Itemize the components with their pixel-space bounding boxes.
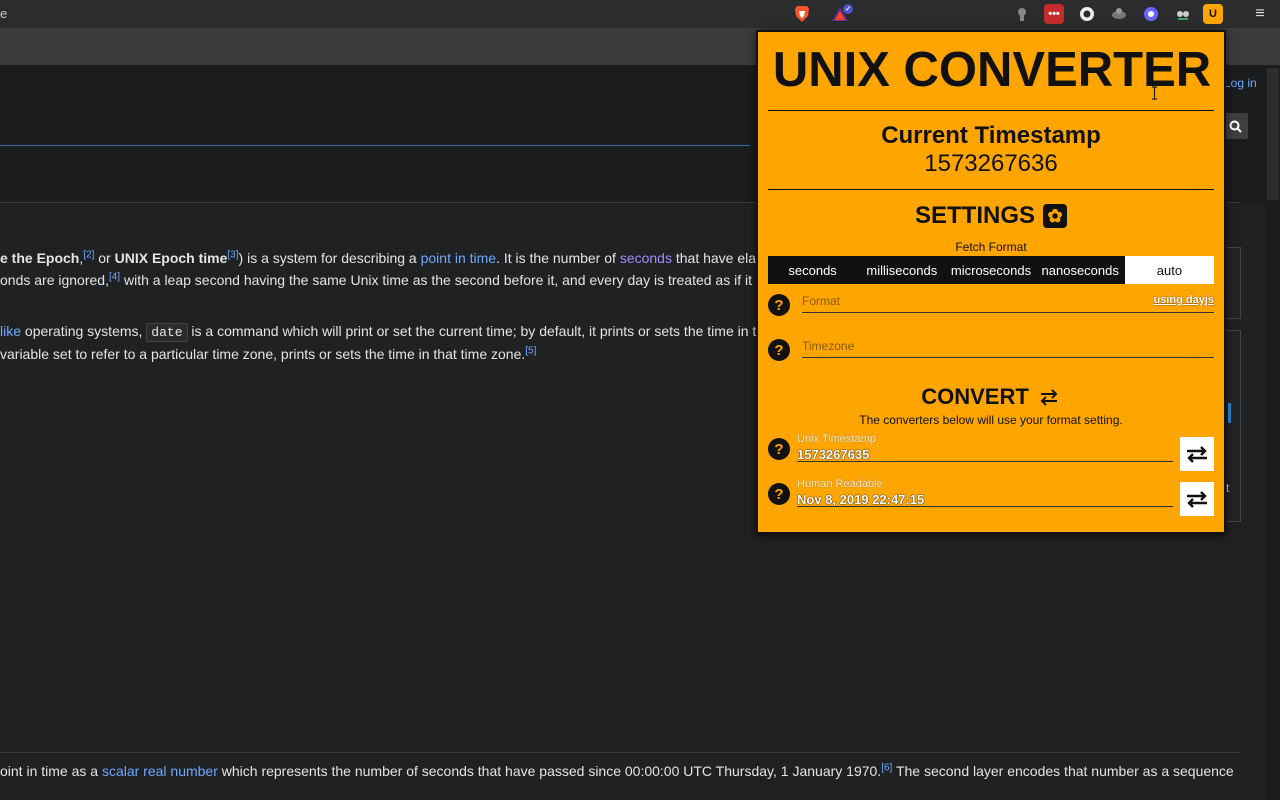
unix-converter-popup: UNIX CONVERTER Current Timestamp 1573267… (756, 30, 1226, 534)
dayjs-link[interactable]: using dayjs (1153, 294, 1214, 306)
text-cursor-icon (1152, 86, 1157, 100)
lastpass-icon[interactable]: ••• (1044, 4, 1064, 24)
format-placeholder: Format (802, 294, 841, 308)
text-run: operating systems, (21, 323, 147, 339)
fetch-format-label: Fetch Format (955, 240, 1027, 254)
text-run: that have elap (671, 250, 764, 266)
citation-ref[interactable]: [5] (525, 345, 536, 356)
brave-icon[interactable] (792, 4, 812, 24)
current-timestamp-title: Current Timestamp (881, 122, 1101, 149)
timezone-input[interactable]: Timezone (802, 339, 1214, 358)
popup-title: UNIX CONVERTER (772, 43, 1212, 97)
citation-ref[interactable]: [4] (109, 271, 120, 282)
human-readable-label: Human Readable (797, 478, 883, 490)
current-timestamp-value[interactable]: 1573267636 (768, 150, 1214, 178)
format-option-nanoseconds[interactable]: nanoseconds (1036, 256, 1125, 284)
scrollbar-thumb[interactable] (1267, 68, 1279, 200)
article-link[interactable]: like (0, 323, 21, 339)
text-run: The second layer encodes that number as … (892, 763, 1234, 779)
human-readable-input[interactable]: Human Readable Nov 8, 2019 22:47:15 (797, 478, 1173, 507)
text-run: with a leap second having the same Unix … (120, 272, 763, 288)
convert-unix-button[interactable] (1180, 437, 1214, 471)
section-divider (0, 752, 1240, 753)
convert-human-button[interactable] (1180, 482, 1214, 516)
login-link[interactable]: Log in (1224, 76, 1257, 90)
text-run: variable set to refer to a particular ti… (0, 346, 526, 362)
swap-arrows-icon (1187, 446, 1207, 463)
divider (768, 110, 1214, 111)
unix-timestamp-input[interactable]: Unix Timestamp 1573267635 (797, 433, 1173, 462)
bat-icon[interactable]: ✓ (827, 4, 853, 24)
article-link[interactable]: point in time (421, 250, 496, 266)
format-option-auto[interactable]: auto (1124, 256, 1215, 284)
article-link-visited[interactable]: seconds (620, 250, 672, 266)
paragraph-2-line-2: variable set to refer to a particular ti… (0, 343, 536, 365)
menu-icon[interactable]: ≡ (1250, 4, 1270, 24)
unix-help-icon[interactable]: ? (768, 438, 790, 460)
format-option-milliseconds[interactable]: milliseconds (857, 256, 946, 284)
swap-arrows-icon (1187, 491, 1207, 508)
paragraph-2-line-1: like operating systems, date is a comman… (0, 320, 756, 344)
timezone-help-icon[interactable]: ? (768, 339, 790, 361)
format-input[interactable]: Format using dayjs (802, 294, 1214, 313)
swap-arrows-icon (1040, 389, 1058, 406)
text-run: or (94, 250, 115, 266)
text-run: onds are ignored, (0, 272, 109, 288)
github-icon[interactable] (1077, 4, 1097, 24)
text-run: ) is a system for describing a (238, 250, 421, 266)
settings-title: SETTINGS (914, 202, 1035, 229)
ext-icon-4[interactable] (1173, 4, 1193, 24)
unix-timestamp-label: Unix Timestamp (797, 433, 876, 445)
unix-timestamp-value: 1573267635 (797, 447, 870, 462)
timezone-placeholder: Timezone (802, 339, 855, 353)
tab-title-fragment[interactable]: e (0, 6, 7, 21)
fetch-format-selector: seconds milliseconds microseconds nanose… (768, 256, 1215, 284)
convert-title: CONVERT (921, 384, 1029, 409)
text-run: . It is the number of (496, 250, 620, 266)
text-run: oint in time as a (0, 763, 102, 779)
citation-ref[interactable]: [3] (227, 249, 238, 260)
infobox-fragment: t (1226, 481, 1230, 495)
article-link[interactable]: scalar real number (102, 763, 218, 779)
inline-code: date (146, 323, 188, 342)
human-help-icon[interactable]: ? (768, 483, 790, 505)
paragraph-1-line-2: onds are ignored,[4] with a leap second … (0, 269, 763, 291)
gear-icon: ✿ (1043, 204, 1067, 228)
text-run: which represents the number of seconds t… (217, 763, 882, 779)
ext-icon-3[interactable] (1141, 4, 1161, 24)
format-option-microseconds[interactable]: microseconds (946, 256, 1035, 284)
format-help-icon[interactable]: ? (768, 294, 790, 316)
search-input[interactable] (0, 145, 750, 146)
settings-heading: SETTINGS ✿ (768, 202, 1214, 230)
human-readable-value: Nov 8, 2019 22:47:15 (797, 492, 925, 507)
unix-converter-icon[interactable]: U (1203, 4, 1223, 24)
bold-term: e the Epoch (0, 250, 80, 266)
citation-ref[interactable]: [2] (83, 249, 94, 260)
format-option-seconds[interactable]: seconds (768, 256, 857, 284)
citation-ref[interactable]: [6] (881, 762, 892, 773)
footer-paragraph-line: oint in time as a scalar real number whi… (0, 760, 1234, 782)
paragraph-1-line-1: e the Epoch,[2] or UNIX Epoch time[3]) i… (0, 247, 764, 269)
convert-subtitle: The converters below will use your forma… (859, 413, 1123, 427)
ext-icon-1[interactable] (1012, 4, 1032, 24)
browser-toolbar: e ✓ ••• U ≡ (0, 0, 1280, 28)
infobox-accent (1228, 403, 1231, 423)
convert-heading: CONVERT (768, 384, 1214, 410)
bold-term: UNIX Epoch time (114, 250, 228, 266)
text-run: is a command which will print or set the… (187, 323, 757, 339)
search-icon (1229, 120, 1242, 133)
ext-icon-2[interactable] (1109, 4, 1129, 24)
divider (768, 189, 1214, 190)
